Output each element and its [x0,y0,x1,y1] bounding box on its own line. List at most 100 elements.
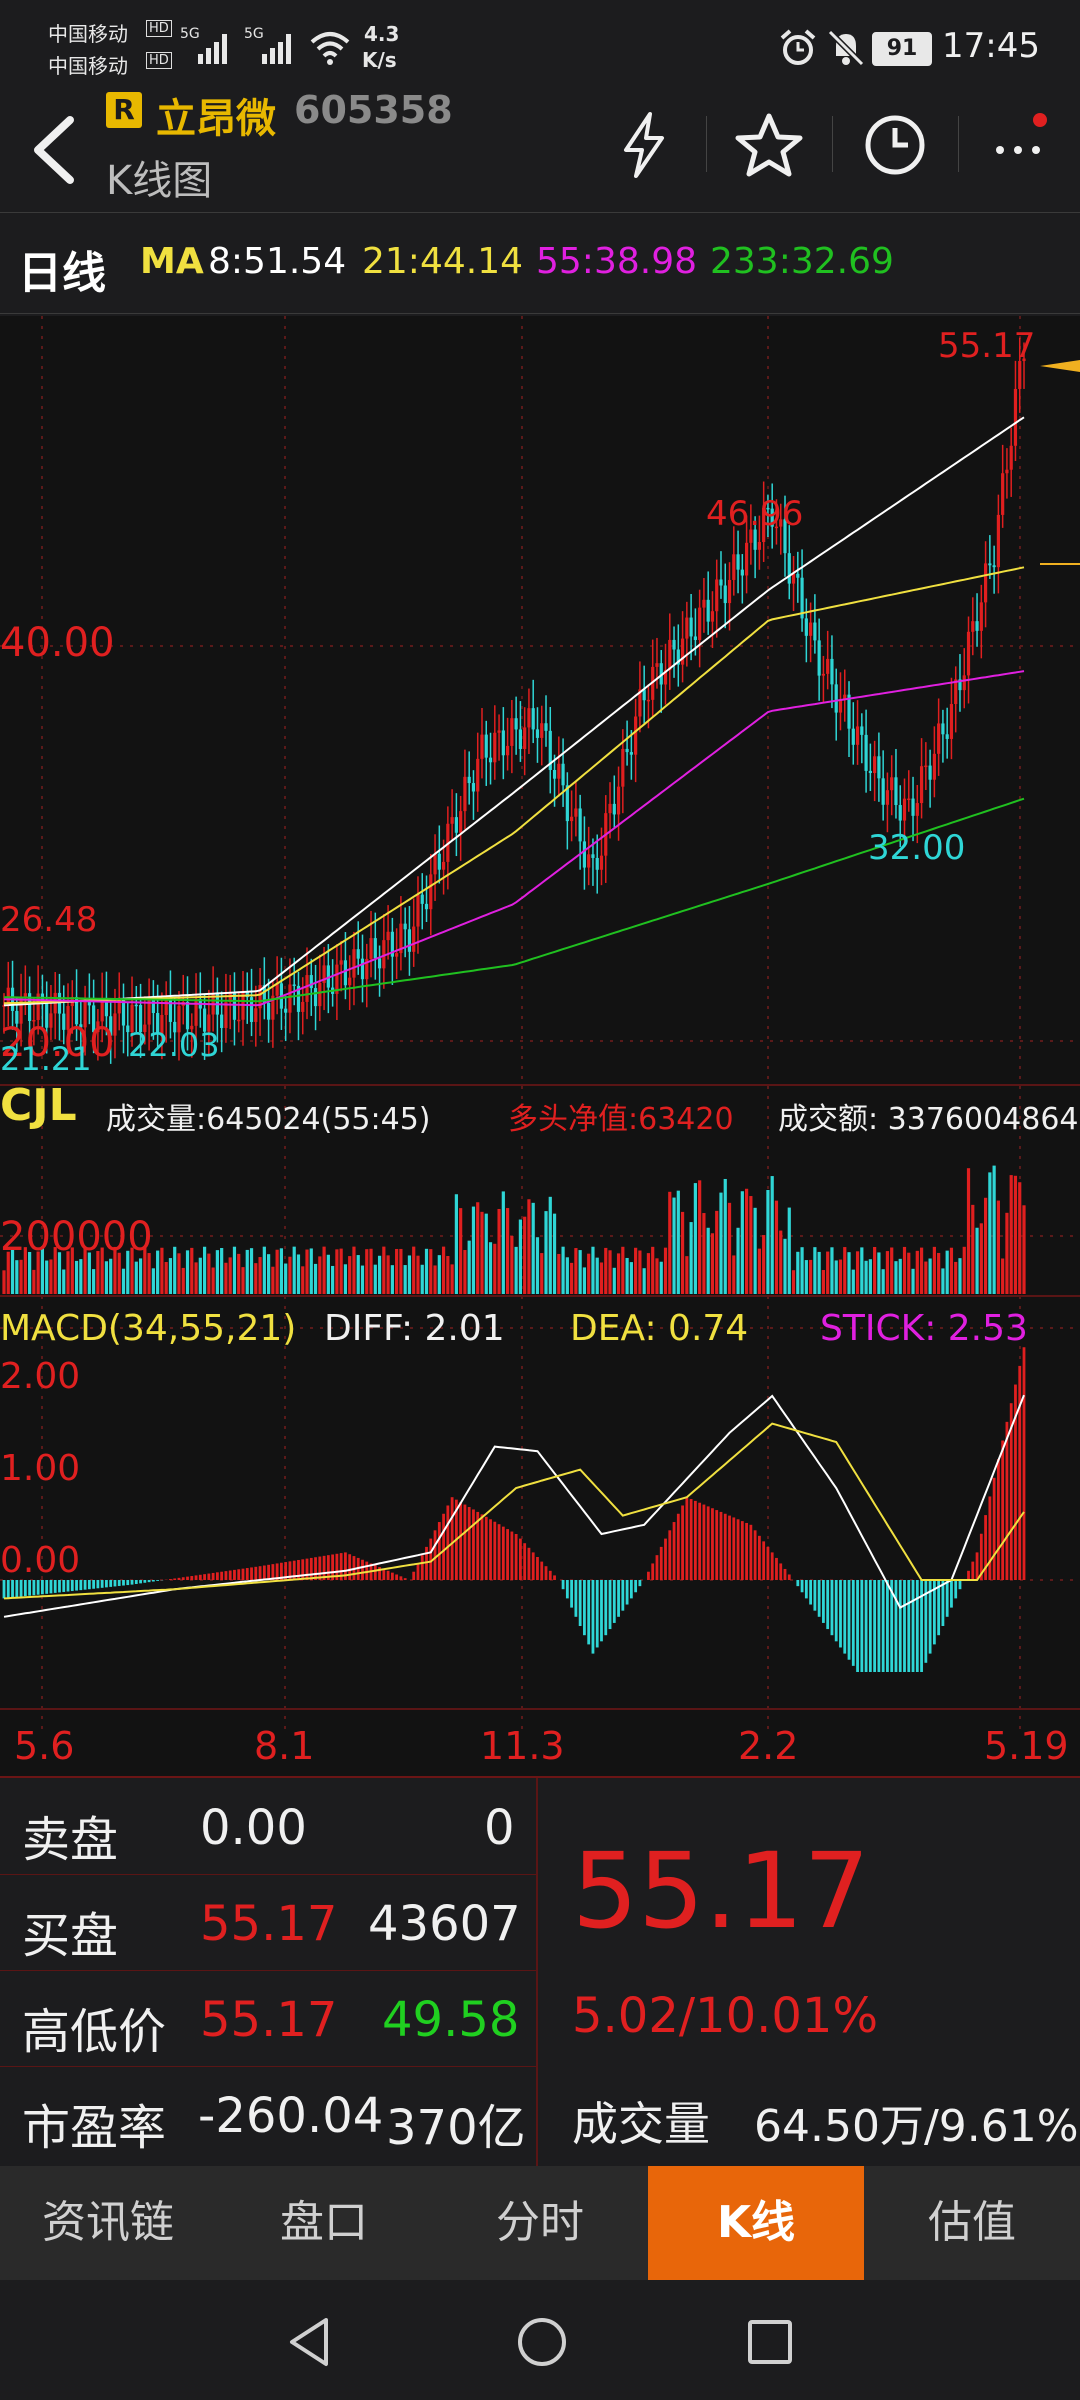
volume-bar [369,1248,373,1294]
volume-bar [160,1247,164,1294]
sell-row: 卖盘 0.00 0 [0,1778,536,1875]
back-icon[interactable] [24,114,84,184]
period-label[interactable]: 日线 [18,237,106,301]
nav-back-icon[interactable] [282,2314,338,2370]
macd-stick-bar [638,1580,642,1587]
kline-chart[interactable]: 55.17 46.96 32.00 40.00 26.48 20.00 21.2… [0,316,1080,1776]
candles [2,337,1026,1064]
volume-bar [463,1250,467,1294]
macd-stick-bar [1005,1421,1009,1580]
volume-bar [288,1256,292,1294]
volume-bar [864,1260,868,1294]
more-icon[interactable] [990,108,1064,178]
candle-body [552,769,557,779]
volume-bar [313,1263,318,1294]
lightning-icon[interactable] [616,110,672,180]
candle-body [710,611,715,622]
nav-home-icon[interactable] [512,2312,572,2372]
macd-stick-bar [493,1521,497,1580]
volume-bar [138,1258,143,1294]
volume-bar [382,1246,386,1294]
candle-body [796,573,800,578]
tab-order-book[interactable]: 盘口 [216,2166,432,2280]
macd-stick-bar [702,1504,706,1580]
tab-kline[interactable]: K线 [648,2166,864,2282]
macd-stick-bar [250,1567,253,1580]
volume-bar [211,1267,215,1294]
tab-intraday[interactable]: 分时 [432,2166,648,2280]
volume-bar [877,1252,881,1294]
candle-body [919,766,924,804]
candle-body [945,734,949,739]
tab-valuation[interactable]: 估值 [864,2166,1080,2280]
volume-bar [800,1247,804,1294]
macd-tick-2: 2.00 [0,1356,81,1397]
macd-stick-bar [822,1580,825,1623]
volume-bar [207,1253,211,1294]
macd-stick-bar [527,1547,531,1580]
candle-body [634,716,638,755]
ma-line-ma8 [3,416,1025,1007]
candle-body [706,599,710,622]
volume-bar [565,1257,569,1294]
star-icon[interactable] [734,112,804,178]
macd-stick-bar [472,1509,475,1580]
macd-stick-bar [578,1580,582,1626]
macd-stick-bar [134,1580,138,1584]
volume-bar [301,1266,305,1294]
candle-body [450,817,454,824]
candle-body [949,704,954,739]
volume-label: 成交量 [572,2097,710,2151]
volume-bar [501,1191,505,1294]
candle-body [535,729,540,738]
macd-stick-bar [749,1524,753,1580]
macd-stick-bar [625,1580,629,1605]
volume-bar [723,1178,727,1294]
macd-stick-bar [634,1580,638,1593]
macd-dea: DEA: 0.74 [570,1308,749,1349]
volume-bar [1022,1205,1026,1294]
candle-body [744,542,749,576]
macd-stick-bar [732,1517,736,1580]
volume-bar [476,1202,480,1294]
volume-bar [198,1257,202,1294]
macd-stick-bar [442,1513,445,1580]
candle-body [343,960,348,986]
ma8-value: 8:51.54 [208,241,347,282]
candle-body [224,1002,228,1028]
macd-stick-bar [506,1529,509,1580]
macd-stick-bar [245,1568,249,1580]
volume-bar [873,1246,877,1294]
macd-stick-bar [651,1563,655,1580]
candle-body [377,958,382,969]
x-tick: 11.3 [480,1724,565,1768]
macd-stick-bar [608,1580,612,1630]
macd-stick-bar [672,1522,676,1580]
candle-body [877,756,881,779]
volume-bar [62,1269,66,1294]
macd-stick-bar [2,1580,6,1599]
volume-bar [941,1268,945,1294]
macd-stick-bar [903,1580,906,1672]
volume-bar [433,1265,437,1294]
candle-body [237,1019,241,1022]
volume-bar [971,1204,975,1294]
volume-bar [168,1258,173,1294]
clock-icon[interactable] [862,112,928,178]
macd-stick-bar [433,1530,437,1580]
tab-news-chain[interactable]: 资讯链 [0,2166,216,2280]
macd-stick-bar [783,1568,787,1580]
volume-bar [804,1260,808,1294]
candle-body [727,579,732,604]
volume-bar [279,1248,284,1294]
nav-recents-icon[interactable] [742,2314,798,2370]
candle-body [339,960,343,965]
volume-bar [74,1260,79,1294]
volume-bar [855,1251,860,1294]
candle-body [292,984,296,986]
candle-body [608,803,612,814]
price-level-40: 40.00 [0,620,115,666]
stock-badge: R [106,92,142,128]
macd-stick-bar [950,1580,953,1608]
macd-stick-bar [621,1580,625,1611]
